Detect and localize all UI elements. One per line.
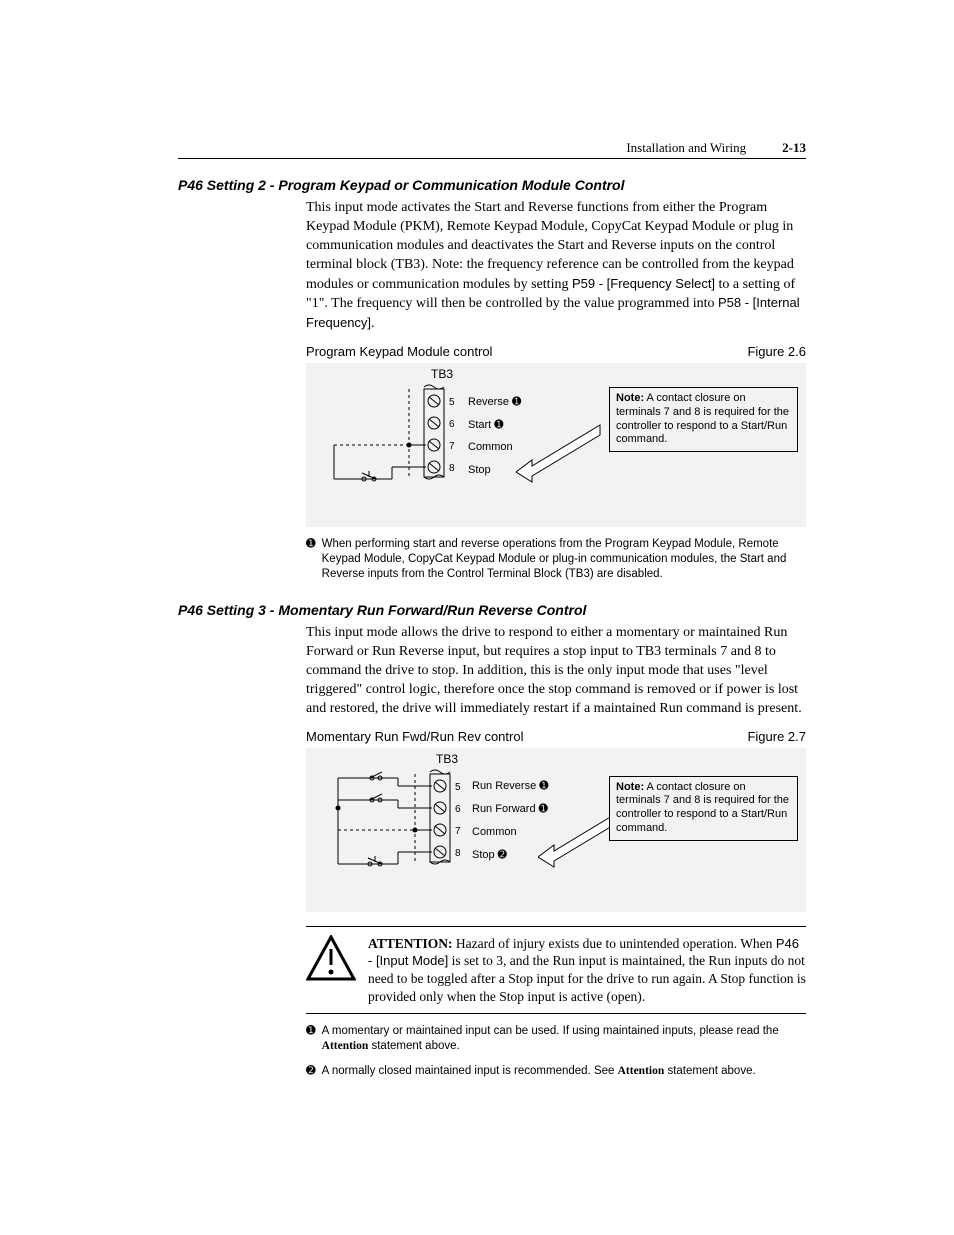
footnote-1: ➊ A momentary or maintained input can be… xyxy=(306,1024,806,1054)
terminal-8-label: Stop xyxy=(468,460,521,480)
section-heading-p46-setting-3: P46 Setting 3 - Momentary Run Forward/Ru… xyxy=(178,602,806,618)
figure-caption-row-2-6: Program Keypad Module control Figure 2.6 xyxy=(306,344,806,359)
figure-caption: Program Keypad Module control xyxy=(306,344,492,359)
footnote-1-fig-2-6: ➊ When performing start and reverse oper… xyxy=(306,537,806,582)
footnotes-fig-2-7: ➊ A momentary or maintained input can be… xyxy=(306,1024,806,1079)
footnote-symbol-1: ➊ xyxy=(306,537,316,582)
header-page-number: 2-13 xyxy=(782,140,806,156)
note-label: Note: xyxy=(616,781,644,793)
terminal-6-label: Run Forward ➊ xyxy=(472,799,548,819)
para-text: . xyxy=(371,316,375,331)
figure-label: Figure 2.7 xyxy=(747,729,806,744)
attention-icon xyxy=(306,935,356,981)
terminal-7-label: Common xyxy=(472,822,548,842)
svg-text:5: 5 xyxy=(455,782,461,793)
svg-text:8: 8 xyxy=(455,848,461,859)
svg-text:8: 8 xyxy=(449,463,455,474)
footnote-2: ➋ A normally closed maintained input is … xyxy=(306,1064,806,1079)
attention-box: ATTENTION: Hazard of injury exists due t… xyxy=(306,926,806,1015)
page: Installation and Wiring 2-13 P46 Setting… xyxy=(0,0,954,1219)
svg-text:6: 6 xyxy=(455,804,461,815)
figure-caption: Momentary Run Fwd/Run Rev control xyxy=(306,729,523,744)
section-heading-p46-setting-2: P46 Setting 2 - Program Keypad or Commun… xyxy=(178,177,806,193)
svg-text:7: 7 xyxy=(449,441,455,452)
figure-note-box-2-6: Note: A contact closure on terminals 7 a… xyxy=(609,387,798,452)
svg-text:5: 5 xyxy=(449,397,455,408)
terminal-7-label: Common xyxy=(468,437,521,457)
svg-text:6: 6 xyxy=(449,419,455,430)
tb3-label: TB3 xyxy=(431,367,453,381)
footnote-emph: Attention xyxy=(618,1065,665,1077)
callout-arrow-icon xyxy=(516,417,606,487)
footnote-symbol-1: ➊ xyxy=(306,1024,316,1054)
section-2-paragraph: This input mode allows the drive to resp… xyxy=(306,624,806,718)
figure-2-7: TB3 5 6 7 8 xyxy=(306,748,806,912)
footnote-text: statement above. xyxy=(368,1040,459,1052)
tb3-label: TB3 xyxy=(436,752,458,766)
figure-caption-row-2-7: Momentary Run Fwd/Run Rev control Figure… xyxy=(306,729,806,744)
terminal-5-label: Reverse ➊ xyxy=(468,391,521,411)
attention-label: ATTENTION: xyxy=(368,936,453,951)
svg-text:7: 7 xyxy=(455,826,461,837)
terminal-diagram-2-7: 5 6 7 8 xyxy=(310,766,470,896)
terminal-8-label: Stop ➋ xyxy=(472,845,548,865)
terminal-diagram-2-6: 5 6 7 8 xyxy=(314,381,464,511)
attention-text: ATTENTION: Hazard of injury exists due t… xyxy=(368,935,806,1006)
terminal-5-label: Run Reverse ➊ xyxy=(472,776,548,796)
footnote-text: statement above. xyxy=(664,1065,755,1077)
header-section-title: Installation and Wiring xyxy=(626,140,746,156)
section-1-paragraph: This input mode activates the Start and … xyxy=(306,199,806,334)
footnote-text: A momentary or maintained input can be u… xyxy=(322,1025,779,1037)
terminal-6-label: Start ➊ xyxy=(468,414,521,434)
footnote-text: A normally closed maintained input is re… xyxy=(322,1065,618,1077)
section-body-2: This input mode allows the drive to resp… xyxy=(306,624,806,1079)
footnote-symbol-2: ➋ xyxy=(306,1064,316,1079)
figure-note-box-2-7: Note: A contact closure on terminals 7 a… xyxy=(609,776,798,841)
param-ref-p59: P59 - [Frequency Select] xyxy=(572,276,715,291)
attn-text-a: Hazard of injury exists due to unintende… xyxy=(453,936,776,951)
figure-label: Figure 2.6 xyxy=(747,344,806,359)
note-label: Note: xyxy=(616,392,644,404)
running-header: Installation and Wiring 2-13 xyxy=(178,140,806,159)
figure-2-6: TB3 5 6 7 8 xyxy=(306,363,806,527)
section-body-1: This input mode activates the Start and … xyxy=(306,199,806,582)
footnote-text: When performing start and reverse operat… xyxy=(322,537,806,582)
footnote-emph: Attention xyxy=(322,1040,369,1052)
